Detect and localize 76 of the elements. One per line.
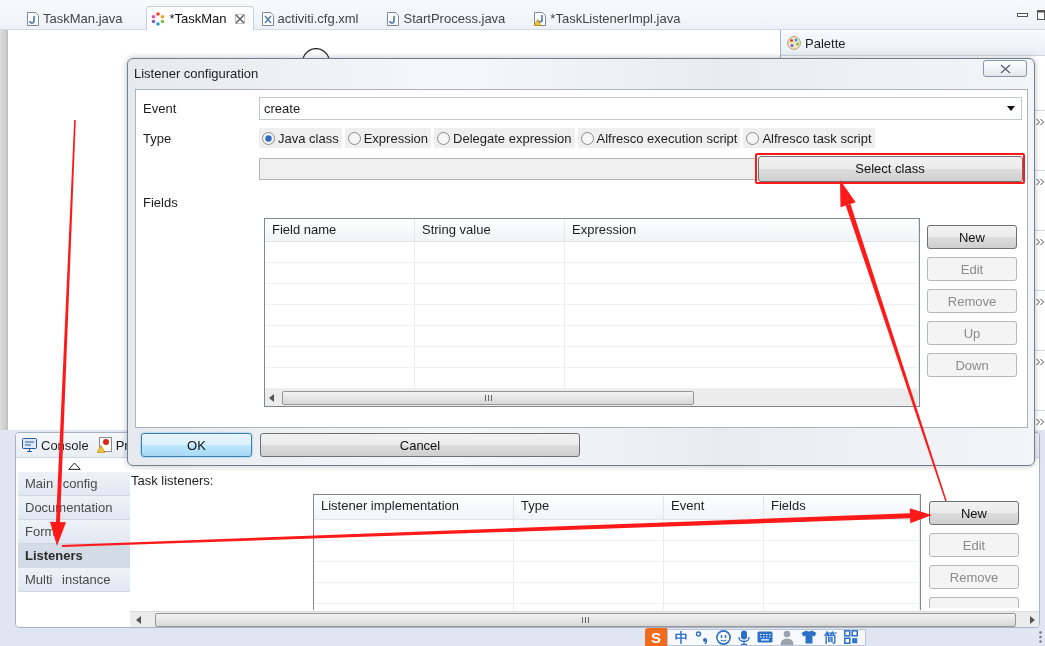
editor-tab[interactable]: *TaskListenerImpl.java: [529, 6, 702, 30]
document-icon: [387, 11, 400, 26]
scrollbar-thumb[interactable]: [282, 390, 694, 405]
button[interactable]: OK: [141, 433, 252, 457]
person-icon[interactable]: [780, 629, 794, 645]
radio-button[interactable]: [347, 131, 361, 145]
shirt-icon[interactable]: [801, 630, 817, 644]
column-header[interactable]: Field name: [272, 223, 337, 237]
palette-title: Palette: [805, 35, 846, 51]
section-tab[interactable]: Listeners: [18, 544, 130, 568]
caret-left-icon[interactable]: [269, 393, 274, 402]
monitor-icon: [22, 438, 37, 452]
button[interactable]: New: [929, 501, 1019, 525]
double-chevron-icon[interactable]: [1036, 178, 1044, 186]
radio-button[interactable]: [437, 131, 450, 145]
grid-icon[interactable]: [844, 630, 858, 644]
radio-button[interactable]: [580, 131, 594, 145]
field-label: Type: [143, 130, 173, 146]
radio-button[interactable]: [746, 131, 760, 145]
radio-option[interactable]: Alfresco execution script: [577, 128, 741, 148]
close-icon: [998, 63, 1012, 74]
caret-up-icon[interactable]: [67, 462, 81, 470]
class-field[interactable]: [259, 157, 757, 180]
editor-tab[interactable]: TaskMan.java: [22, 6, 144, 30]
button[interactable]: New: [927, 225, 1017, 249]
palette-icon: [787, 36, 801, 50]
horizontal-scrollbar[interactable]: [265, 389, 919, 406]
radio-button[interactable]: [262, 131, 275, 145]
radio-option[interactable]: Java class: [259, 128, 342, 148]
event-dropdown[interactable]: create: [259, 97, 1022, 120]
section-tab[interactable]: Main config: [18, 472, 130, 496]
column-header[interactable]: Expression: [572, 223, 637, 237]
section-label: Task listeners:: [131, 473, 214, 488]
dots-ring-icon: [151, 11, 166, 26]
radio-option[interactable]: Alfresco task script: [743, 128, 875, 148]
caret-left-icon[interactable]: [136, 615, 141, 624]
ime-mode-text[interactable]: 中: [675, 629, 688, 645]
radio-option[interactable]: Delegate expression: [434, 128, 575, 148]
view-tab[interactable]: Pr: [96, 437, 129, 453]
smiley-icon[interactable]: [716, 629, 731, 645]
punctuation-icon[interactable]: [695, 630, 709, 644]
grip-icon[interactable]: [1039, 631, 1042, 643]
double-chevron-icon[interactable]: [1036, 118, 1044, 126]
microphone-icon[interactable]: [738, 629, 750, 645]
column-header[interactable]: Fields: [771, 498, 806, 513]
column-header[interactable]: Type: [521, 498, 550, 513]
button[interactable]: Cancel: [260, 433, 580, 457]
ime-mode-text[interactable]: 简: [824, 629, 837, 645]
double-chevron-icon[interactable]: [1036, 238, 1044, 246]
error-warning-icon: [96, 437, 112, 453]
close-icon[interactable]: [234, 13, 245, 24]
document-warning-icon: [534, 11, 547, 26]
editor-tab[interactable]: activiti.cfg.xml: [256, 6, 380, 30]
section-tab[interactable]: Multi instance: [18, 568, 130, 592]
caret-down-icon: [1007, 106, 1015, 111]
caret-right-icon[interactable]: [1030, 615, 1035, 624]
maximize-icon[interactable]: [1037, 9, 1045, 20]
editor-tab[interactable]: StartProcess.java: [382, 6, 527, 30]
document-icon: [27, 11, 39, 26]
column-header[interactable]: Listener implementation: [321, 498, 460, 513]
select-class-button[interactable]: Select class: [757, 155, 1023, 182]
close-button[interactable]: [983, 60, 1027, 77]
column-header[interactable]: Event: [671, 498, 705, 513]
editor-tab[interactable]: *TaskMan: [146, 6, 254, 30]
section-tab[interactable]: Form: [18, 520, 130, 544]
document-icon: [261, 11, 274, 26]
field-label: Event: [143, 101, 178, 116]
double-chevron-icon[interactable]: [1036, 418, 1044, 426]
double-chevron-icon[interactable]: [1036, 298, 1044, 306]
radio-option[interactable]: Expression: [344, 128, 431, 148]
field-label: Fields: [143, 195, 179, 210]
keyboard-icon[interactable]: [757, 631, 773, 643]
double-chevron-icon[interactable]: [1036, 358, 1044, 366]
dialog-title: Listener configuration: [134, 66, 259, 81]
vertical-scrollbar[interactable]: [0, 30, 8, 430]
column-header[interactable]: String value: [422, 223, 491, 237]
